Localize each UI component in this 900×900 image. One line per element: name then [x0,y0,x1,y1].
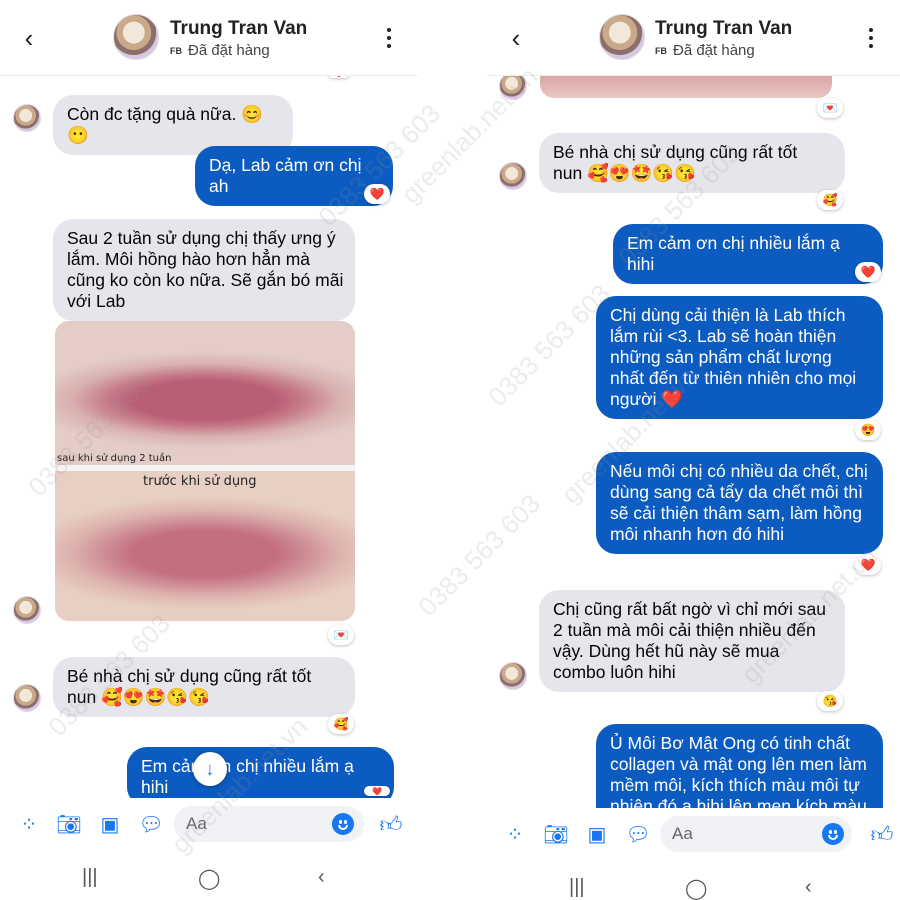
back-arrow-icon[interactable]: ‹ [18,23,40,53]
sender-avatar [499,662,527,690]
input-placeholder: Aa [186,814,207,833]
reaction-badge[interactable]: ❤️ [364,184,390,204]
message-outgoing[interactable]: Nếu môi chị có nhiều da chết, chị dùng s… [596,452,883,554]
emoji-icon[interactable] [332,813,354,835]
message-incoming[interactable]: Chị cũng rất bất ngờ vì chỉ mới sau 2 tu… [539,590,845,692]
reaction-badge[interactable]: ❤️ [855,262,881,282]
sender-avatar [13,104,41,132]
message-composer: ⁘ 📷︎ ▣ 💬︎ Aa 👍︎ [487,808,900,860]
chat-header: ‹ Trung Tran Van FB Đã đặt hàng [0,0,418,76]
messenger-icon[interactable]: 💬︎ [138,812,163,836]
order-status-text: Đã đặt hàng [188,42,270,59]
contact-status: FB Đã đặt hàng [655,42,755,59]
recent-apps-icon[interactable]: ||| [82,866,98,889]
home-icon[interactable]: ◯ [198,866,220,891]
apps-icon[interactable]: ⁘ [503,822,527,846]
apps-icon[interactable]: ⁘ [17,812,41,836]
input-placeholder: Aa [672,824,693,843]
message-incoming[interactable]: Sau 2 tuần sử dụng chị thấy ưng ý lắm. M… [53,219,355,321]
screenshot-collage: ‹ Trung Tran Van FB Đã đặt hàng ❤️ Còn đ… [0,0,900,900]
home-icon[interactable]: ◯ [685,876,707,900]
message-outgoing[interactable]: Em cảm ơn chị nhiều lắm ạ hihi [613,224,883,284]
reaction-badge[interactable]: 😍 [855,420,881,440]
facebook-source-label: FB [655,45,667,56]
left-phone-screen: ‹ Trung Tran Van FB Đã đặt hàng ❤️ Còn đ… [0,0,418,900]
reaction-badge[interactable]: ❤️ [855,555,881,575]
lip-comparison-photo[interactable]: sau khi sử dụng 2 tuần trước khi sử dụng [55,321,355,621]
message-input[interactable]: Aa [174,806,364,842]
messenger-icon[interactable]: 💬︎ [625,822,650,846]
reaction-badge[interactable]: 💌 [328,625,354,645]
before-caption: trước khi sử dụng [143,474,257,489]
gallery-icon[interactable]: ▣ [585,822,609,846]
nav-back-icon[interactable]: ‹ [805,876,812,899]
after-photo [55,321,355,465]
reaction-badge[interactable]: 😘 [817,691,843,711]
before-photo [55,471,355,621]
sender-avatar [499,72,527,100]
more-options-icon[interactable] [386,28,392,48]
chat-header: ‹ Trung Tran Van FB Đã đặt hàng [487,0,900,76]
emoji-icon[interactable] [822,823,844,845]
order-status-text: Đã đặt hàng [673,42,755,59]
gallery-icon[interactable]: ▣ [98,812,122,836]
contact-name[interactable]: Trung Tran Van [655,18,792,40]
panel-gap [418,0,487,900]
message-outgoing[interactable]: Chị dùng cải thiện là Lab thích lắm rùi … [596,296,883,419]
contact-name[interactable]: Trung Tran Van [170,18,307,40]
right-phone-screen: ‹ Trung Tran Van FB Đã đặt hàng 💌 Bé nhà… [487,0,900,900]
sender-avatar [13,596,41,624]
like-icon[interactable]: 👍︎ [870,822,894,847]
camera-icon[interactable]: 📷︎ [56,812,81,836]
reaction-badge[interactable]: 🥰 [328,714,354,734]
message-composer: ⁘ 📷︎ ▣ 💬︎ Aa 👍︎ [0,798,418,850]
sender-avatar [499,162,527,190]
contact-status: FB Đã đặt hàng [170,42,270,59]
sender-avatar [13,684,41,712]
message-incoming[interactable]: Bé nhà chị sử dụng cũng rất tốt nun 🥰😍🤩😘… [53,657,355,717]
message-incoming[interactable]: Bé nhà chị sử dụng cũng rất tốt nun 🥰😍🤩😘… [539,133,845,193]
message-outgoing[interactable]: Dạ, Lab cảm ơn chị ah [195,146,393,206]
scroll-to-bottom-button[interactable]: ↓ [193,752,227,786]
facebook-source-label: FB [170,45,182,56]
after-caption: sau khi sử dụng 2 tuần [57,453,172,464]
nav-back-icon[interactable]: ‹ [318,866,325,889]
recent-apps-icon[interactable]: ||| [569,876,585,899]
more-options-icon[interactable] [868,28,874,48]
camera-icon[interactable]: 📷︎ [543,822,568,846]
android-nav-bar: ||| ◯ ‹ [0,850,418,900]
message-outgoing[interactable]: Ủ Môi Bơ Mật Ong có tinh chất collagen v… [596,724,883,808]
back-arrow-icon[interactable]: ‹ [505,23,527,53]
android-nav-bar: ||| ◯ ‹ [487,860,900,900]
contact-avatar[interactable] [113,14,159,60]
contact-avatar[interactable] [599,14,645,60]
message-input[interactable]: Aa [660,816,852,852]
reaction-badge[interactable]: 💌 [817,98,843,118]
lip-photo-tail[interactable] [540,76,832,98]
like-icon[interactable]: 👍︎ [379,812,403,837]
reaction-badge[interactable]: ❤️ [364,786,390,796]
reaction-badge[interactable]: 🥰 [817,190,843,210]
